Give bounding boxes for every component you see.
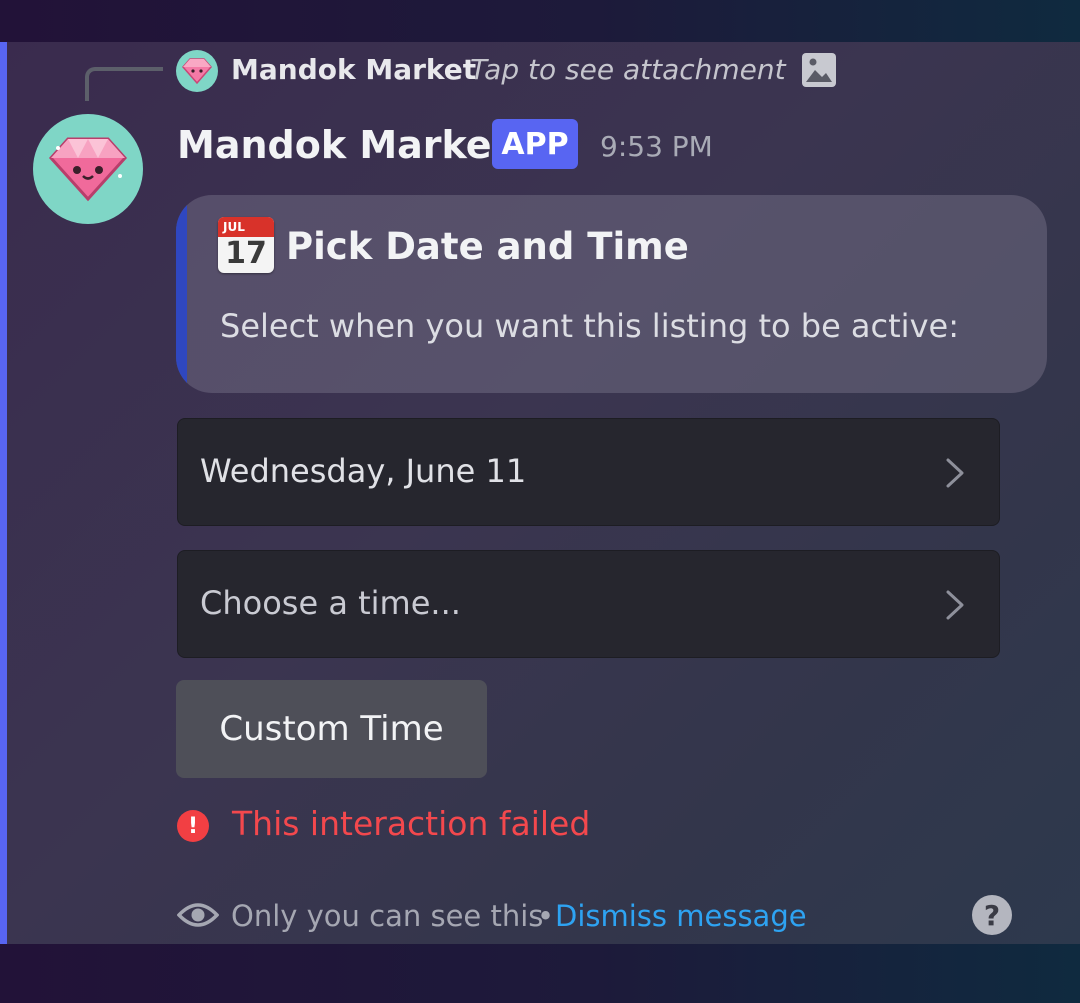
time-select-placeholder: Choose a time... [200, 584, 461, 622]
embed-description: Select when you want this listing to be … [220, 307, 959, 345]
eye-icon [177, 903, 219, 927]
ephemeral-notice: Only you can see this [231, 899, 544, 933]
embed-title: Pick Date and Time [286, 225, 689, 268]
highlight-bar [0, 42, 7, 944]
calendar-day: 17 [225, 236, 267, 271]
time-select[interactable]: Choose a time... [177, 550, 1000, 658]
reply-preview[interactable]: Tap to see attachment [470, 53, 786, 86]
embed-card: JUL 17 Pick Date and Time Select when yo… [176, 195, 1047, 393]
message-timestamp: 9:53 PM [600, 130, 713, 163]
help-icon[interactable]: ? [972, 895, 1012, 935]
custom-time-button[interactable]: Custom Time [176, 680, 487, 778]
error-message: This interaction failed [232, 804, 591, 843]
image-icon [802, 53, 836, 87]
reply-connector [85, 67, 163, 101]
error-icon: ! [177, 810, 209, 842]
message-panel: Mandok Market Tap to see attachment Mand… [0, 42, 1080, 944]
reply-avatar[interactable] [176, 50, 218, 92]
author-name[interactable]: Mandok Market [177, 123, 510, 167]
dismiss-message-link[interactable]: Dismiss message [555, 899, 807, 933]
chevron-right-icon [946, 458, 964, 488]
calendar-icon: JUL 17 [218, 217, 274, 273]
date-select-value: Wednesday, June 11 [200, 452, 527, 490]
separator-dot: • [537, 899, 555, 933]
author-avatar[interactable] [33, 114, 143, 224]
chevron-right-icon [946, 590, 964, 620]
date-select[interactable]: Wednesday, June 11 [177, 418, 1000, 526]
calendar-month: JUL [218, 217, 274, 237]
app-badge: APP [492, 119, 578, 169]
embed-accent-bar [176, 195, 187, 393]
pink-diamond-icon [48, 137, 128, 202]
reply-author[interactable]: Mandok Market [231, 53, 476, 86]
pink-diamond-icon [182, 58, 212, 84]
